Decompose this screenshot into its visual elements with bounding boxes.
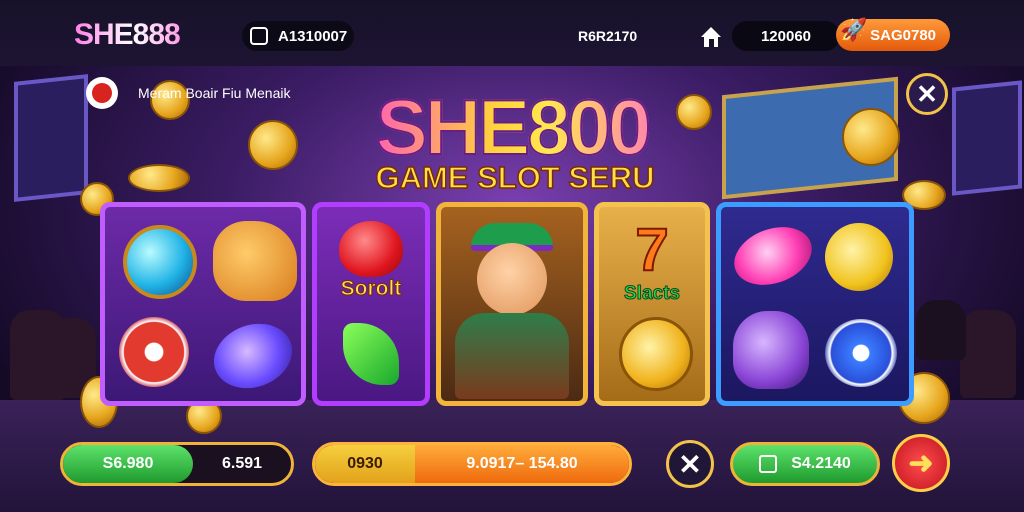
gold-chip-symbol [825,223,893,291]
spin-button[interactable]: ➜ [892,434,950,492]
player-id-badge[interactable]: A1310007 [242,21,354,51]
cancel-button[interactable]: ✕ [666,440,714,488]
blue-chip-symbol [825,319,897,387]
bet-panel[interactable]: S6.980 6.591 [60,442,294,486]
character-body [455,313,569,399]
notice-text: Meram Boair Fiu Menaik [138,85,291,101]
coin [842,108,900,166]
id-card-icon [250,27,268,45]
reel-4: 7 Slacts [594,202,710,406]
bet-value: 6.591 [221,455,263,472]
line-value: 0930 [315,445,415,483]
rocket-icon: 🚀 [840,17,868,42]
reel-2-label: Sorolt [340,277,402,301]
coin [128,164,190,192]
wall-poster-left [14,74,88,202]
blue-orb-symbol [123,225,197,299]
bonus-value: SAG0780 [870,26,936,44]
green-symbol [343,323,399,385]
purple-disc-symbol [204,313,301,399]
close-icon: ✕ [916,78,938,109]
line-range: 9.0917– 154.80 [415,445,629,483]
game-subtitle: GAME SLOT SERU [375,159,656,196]
alert-icon [86,77,118,109]
gold-coin-symbol [619,317,693,391]
character-face [477,243,547,315]
wall-poster-right [952,80,1022,196]
monster-symbol [733,311,809,389]
reel-5 [716,202,914,406]
spin-arrow-icon: ➜ [908,446,934,480]
reel-4-label: Slacts [624,283,681,305]
poker-chip-symbol [119,317,189,387]
bonus-button[interactable]: 🚀 SAG0780 [836,17,950,51]
seat [960,310,1016,398]
reel-3 [436,202,588,406]
wallet-icon [759,455,778,473]
home-icon[interactable] [698,24,724,50]
coin [248,120,298,170]
reel-1 [100,202,306,406]
notice-banner[interactable]: Meram Boair Fiu Menaik [86,76,291,110]
heart-symbol [339,221,403,277]
center-code: R6R2170 [578,28,638,44]
line-panel[interactable]: 0930 9.0917– 154.80 [312,442,632,486]
win-value: S4.2140 [791,455,851,472]
close-button[interactable]: ✕ [906,73,948,115]
top-bar: SHE888 A1310007 R6R2170 120060 🚀 SAG0780 [0,0,1024,66]
dragon-symbol [213,221,297,301]
balance-display: 120060 [732,21,840,51]
pink-disc-symbol [726,216,820,296]
spectator [916,300,966,360]
brand-logo: SHE888 [74,18,181,51]
win-panel[interactable]: S4.2140 [730,442,880,486]
player-id: A1310007 [278,27,348,45]
close-icon: ✕ [678,448,702,480]
balance-value: 120060 [760,27,812,45]
reel-2: Sorolt [312,202,430,406]
bet-button[interactable]: S6.980 [63,445,193,483]
seven-symbol: 7 [634,215,669,284]
